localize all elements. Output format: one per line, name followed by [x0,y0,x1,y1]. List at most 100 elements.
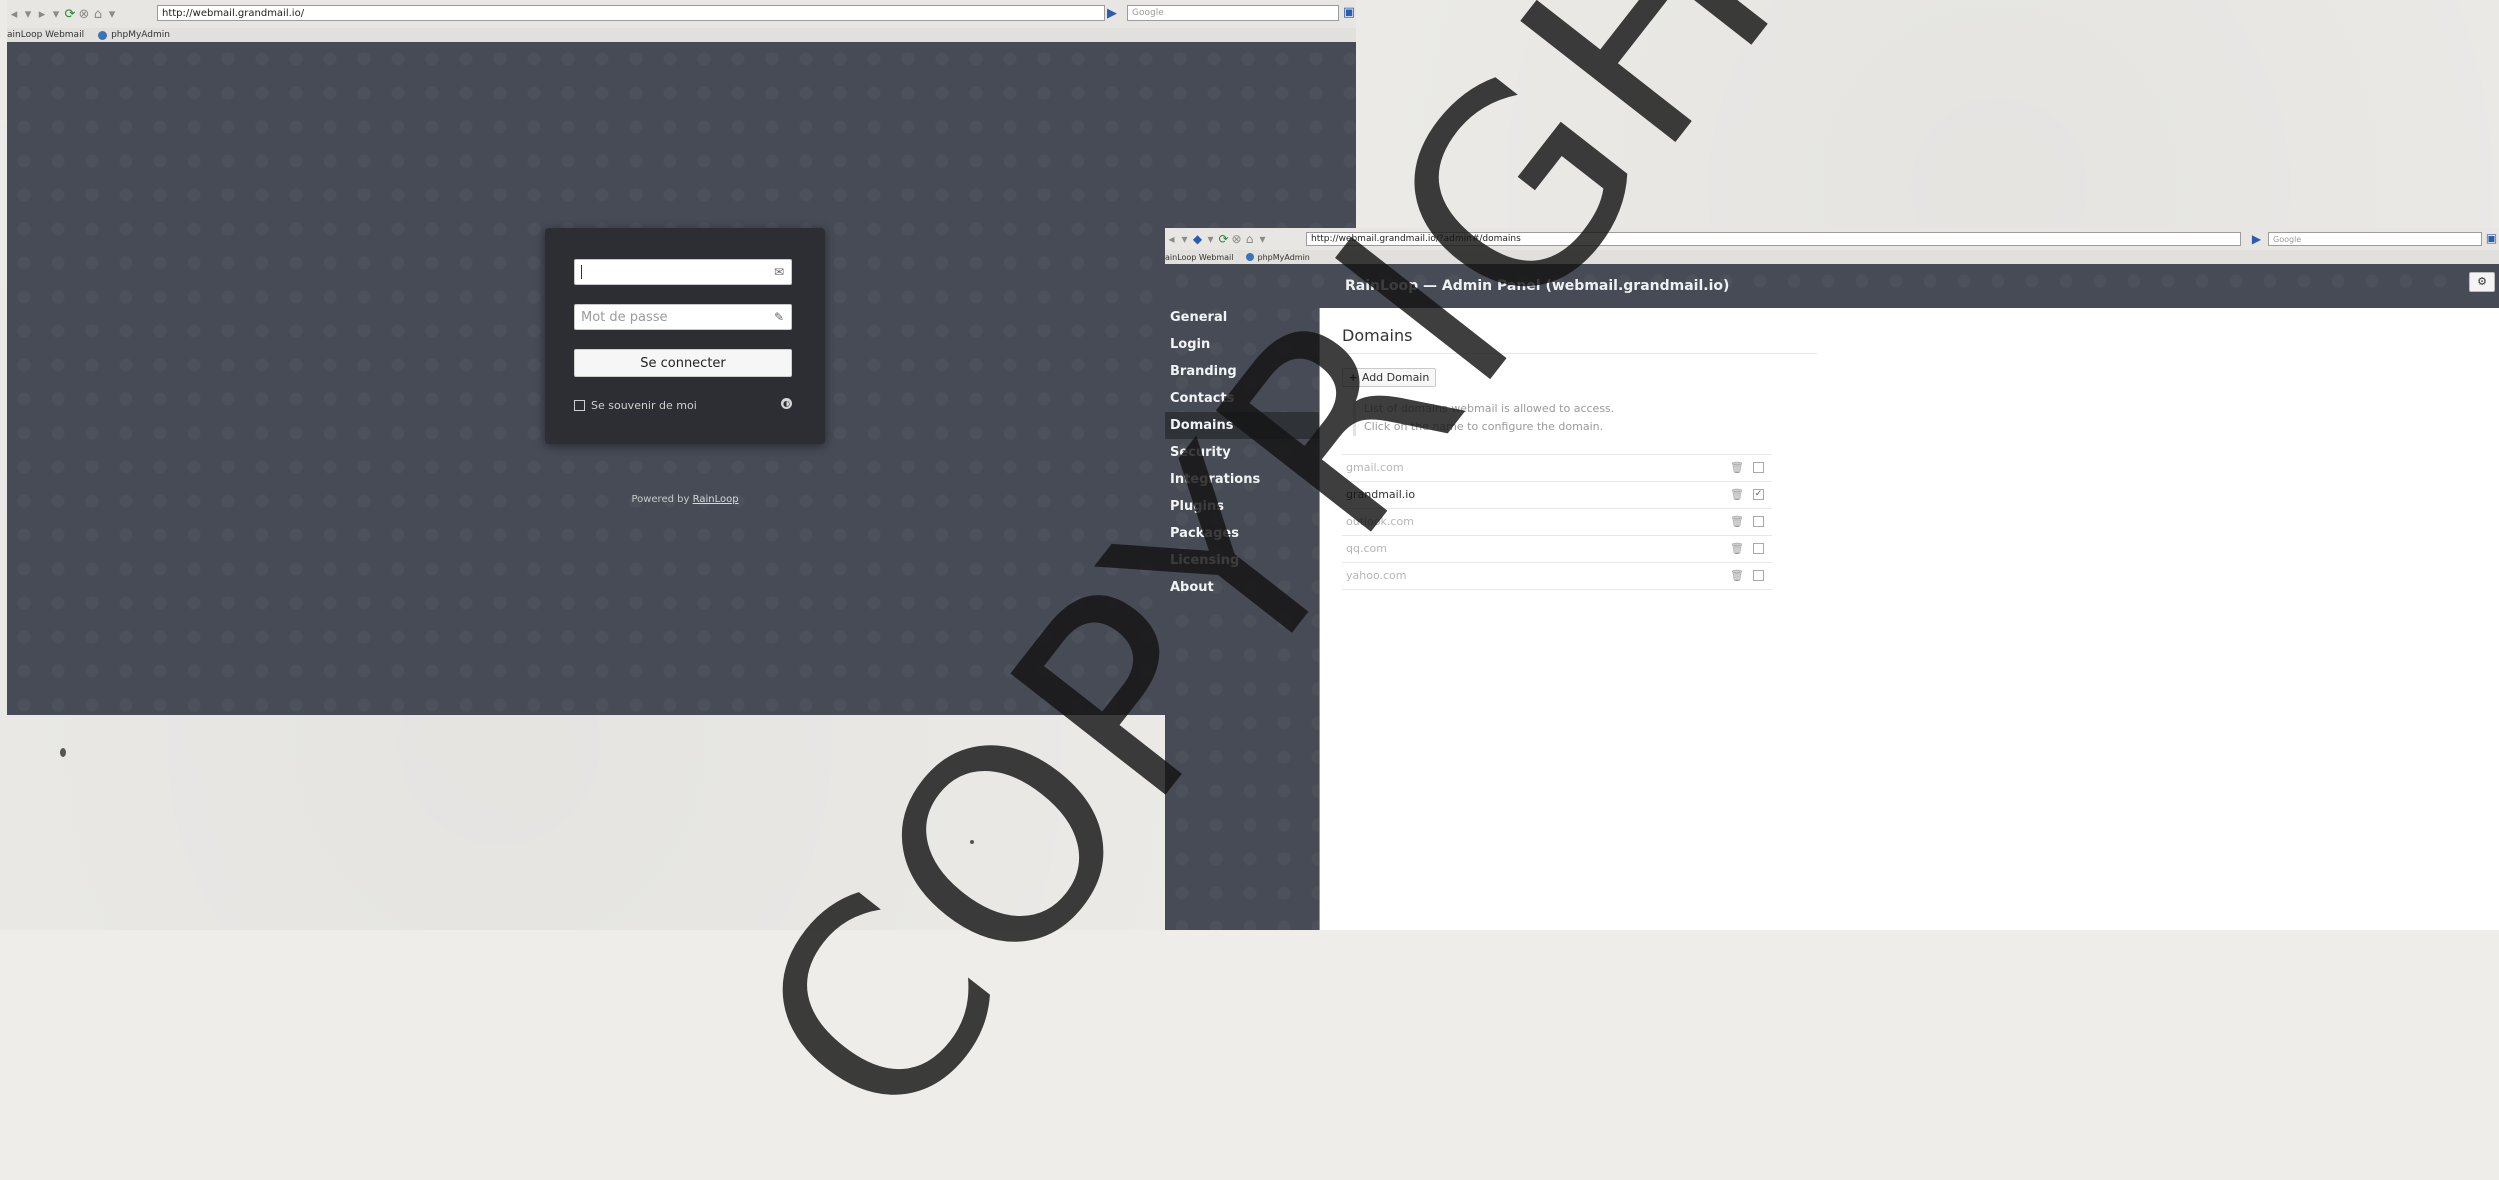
globe-icon [98,30,108,40]
bookmark-label: phpMyAdmin [111,30,170,40]
search-box[interactable]: Google [2268,232,2482,246]
remember-checkbox[interactable] [574,400,585,411]
reload-icon[interactable]: ⟳ [63,7,77,22]
domain-name[interactable]: outlook.com [1346,515,1414,528]
sidebar-item-about[interactable]: About [1165,574,1320,601]
url-text: http://webmail.grandmail.io/?admin#/doma… [1311,234,1521,244]
admin-header-title: RainLoop — Admin Panel (webmail.grandmai… [1345,278,1730,294]
bookmark-phpmyadmin[interactable]: phpMyAdmin [98,30,170,40]
domain-name[interactable]: grandmail.io [1346,488,1415,501]
table-row: yahoo.com 🗑 [1342,562,1772,590]
password-placeholder: Mot de passe [581,309,668,325]
dropdown-icon[interactable]: ▾ [105,7,119,22]
stop-icon[interactable]: ⊗ [77,7,91,22]
bookmark-rainloop[interactable]: ainLoop Webmail [1165,253,1234,262]
bookmark-rainloop[interactable]: ainLoop Webmail [7,30,84,40]
table-row: qq.com 🗑 [1342,535,1772,562]
trash-icon[interactable]: 🗑 [1730,542,1744,555]
sidebar-item-packages[interactable]: Packages [1165,520,1320,547]
password-field[interactable]: Mot de passe ✎ [574,304,792,330]
paper-speck [60,748,66,757]
bookmarks-bar: ainLoop Webmail phpMyAdmin [7,28,1356,43]
dropdown-icon[interactable]: ▾ [1178,232,1191,246]
dropdown-icon[interactable]: ▾ [49,7,63,22]
powered-by: Powered by RainLoop [545,494,825,505]
trash-icon[interactable]: 🗑 [1730,515,1744,528]
rainloop-link[interactable]: RainLoop [693,494,739,505]
remember-label: Se souvenir de moi [591,399,697,412]
search-placeholder: Google [2273,234,2302,244]
dropdown-icon[interactable]: ▾ [1204,232,1217,246]
domain-enabled-checkbox[interactable] [1753,570,1764,581]
globe-icon [1245,253,1254,261]
search-box[interactable]: Google [1127,5,1339,21]
admin-sidebar: General Login Branding Contacts Domains … [1165,304,1320,601]
admin-page: RainLoop — Admin Panel (webmail.grandmai… [1165,264,2499,930]
remember-me[interactable]: Se souvenir de moi [574,399,697,412]
trash-icon[interactable]: 🗑 [1730,569,1744,582]
hint-line: Click on the name to configure the domai… [1364,420,1604,433]
home-icon[interactable]: ⌂ [91,7,105,22]
forward-arrow-icon[interactable]: ◆ [1191,232,1204,246]
key-icon: ✎ [773,310,784,324]
browser-toolbar: ◂ ▾ ◆ ▾ ⟳ ⊗ ⌂ ▾ http://webmail.grandmail… [1165,228,2499,251]
plus-icon: + [1348,371,1358,384]
domains-table: gmail.com 🗑 grandmail.io 🗑 ✓ outlook.com… [1342,454,1772,590]
domains-hint: List of domains webmail is allowed to ac… [1353,400,1614,436]
section-title: Domains [1342,326,1413,345]
sidebar-item-plugins[interactable]: Plugins [1165,493,1320,520]
language-globe-icon[interactable]: ◐ [781,398,792,409]
bookmark-label: ainLoop Webmail [1165,252,1234,262]
home-icon[interactable]: ⌂ [1243,232,1256,246]
hint-line: List of domains webmail is allowed to ac… [1364,402,1615,415]
dropdown-icon[interactable]: ▾ [1256,232,1269,246]
domain-name[interactable]: gmail.com [1346,461,1404,474]
domain-enabled-checkbox[interactable]: ✓ [1753,489,1764,500]
sidebar-item-branding[interactable]: Branding [1165,358,1320,385]
sidebar-item-general[interactable]: General [1165,304,1320,331]
domain-enabled-checkbox[interactable] [1753,543,1764,554]
back-arrow-icon[interactable]: ◂ [7,7,21,22]
trash-icon[interactable]: 🗑 [1730,461,1744,474]
reload-icon[interactable]: ⟳ [1217,232,1230,246]
divider [1342,353,1817,354]
sidebar-item-licensing[interactable]: Licensing [1165,547,1320,574]
go-arrow-icon[interactable]: ▶ [2250,232,2263,246]
admin-browser-window: ◂ ▾ ◆ ▾ ⟳ ⊗ ⌂ ▾ http://webmail.grandmail… [1165,228,2499,930]
domain-name[interactable]: yahoo.com [1346,569,1406,582]
bookmark-label: phpMyAdmin [1257,252,1310,262]
sidebar-item-security[interactable]: Security [1165,439,1320,466]
trash-icon[interactable]: 🗑 [1730,488,1744,501]
url-bar[interactable]: http://webmail.grandmail.io/?admin#/doma… [1306,232,2241,246]
domain-enabled-checkbox[interactable] [1753,462,1764,473]
addon-icon[interactable]: ▣ [1342,5,1356,20]
sidebar-item-integrations[interactable]: Integrations [1165,466,1320,493]
forward-arrow-icon[interactable]: ▸ [35,7,49,22]
user-icon: ✉ [773,265,784,279]
add-domain-button[interactable]: + Add Domain [1342,368,1436,387]
browser-toolbar: ◂ ▾ ▸ ▾ ⟳ ⊗ ⌂ ▾ http://webmail.grandmail… [7,0,1356,29]
gear-icon[interactable]: ⚙ [2469,272,2495,292]
login-button[interactable]: Se connecter [574,349,792,377]
domain-name[interactable]: qq.com [1346,542,1387,555]
back-arrow-icon[interactable]: ◂ [1165,232,1178,246]
domain-enabled-checkbox[interactable] [1753,516,1764,527]
dropdown-icon[interactable]: ▾ [21,7,35,22]
paper-speck [970,840,974,844]
addon-icon[interactable]: ▣ [2485,231,2498,245]
sidebar-item-login[interactable]: Login [1165,331,1320,358]
search-placeholder: Google [1132,8,1164,18]
table-row: gmail.com 🗑 [1342,454,1772,481]
table-row: outlook.com 🗑 [1342,508,1772,535]
go-arrow-icon[interactable]: ▶ [1105,6,1119,21]
login-browser-window: ◂ ▾ ▸ ▾ ⟳ ⊗ ⌂ ▾ http://webmail.grandmail… [7,0,1356,715]
login-form: ✉ Mot de passe ✎ Se connecter Se souveni… [545,228,825,444]
stop-icon[interactable]: ⊗ [1230,232,1243,246]
bookmark-phpmyadmin[interactable]: phpMyAdmin [1245,252,1310,262]
url-bar[interactable]: http://webmail.grandmail.io/ [157,5,1105,21]
table-row: grandmail.io 🗑 ✓ [1342,481,1772,508]
sidebar-item-domains[interactable]: Domains [1165,412,1320,439]
username-field[interactable]: ✉ [574,259,792,285]
sidebar-item-contacts[interactable]: Contacts [1165,385,1320,412]
add-domain-label: Add Domain [1361,371,1430,384]
